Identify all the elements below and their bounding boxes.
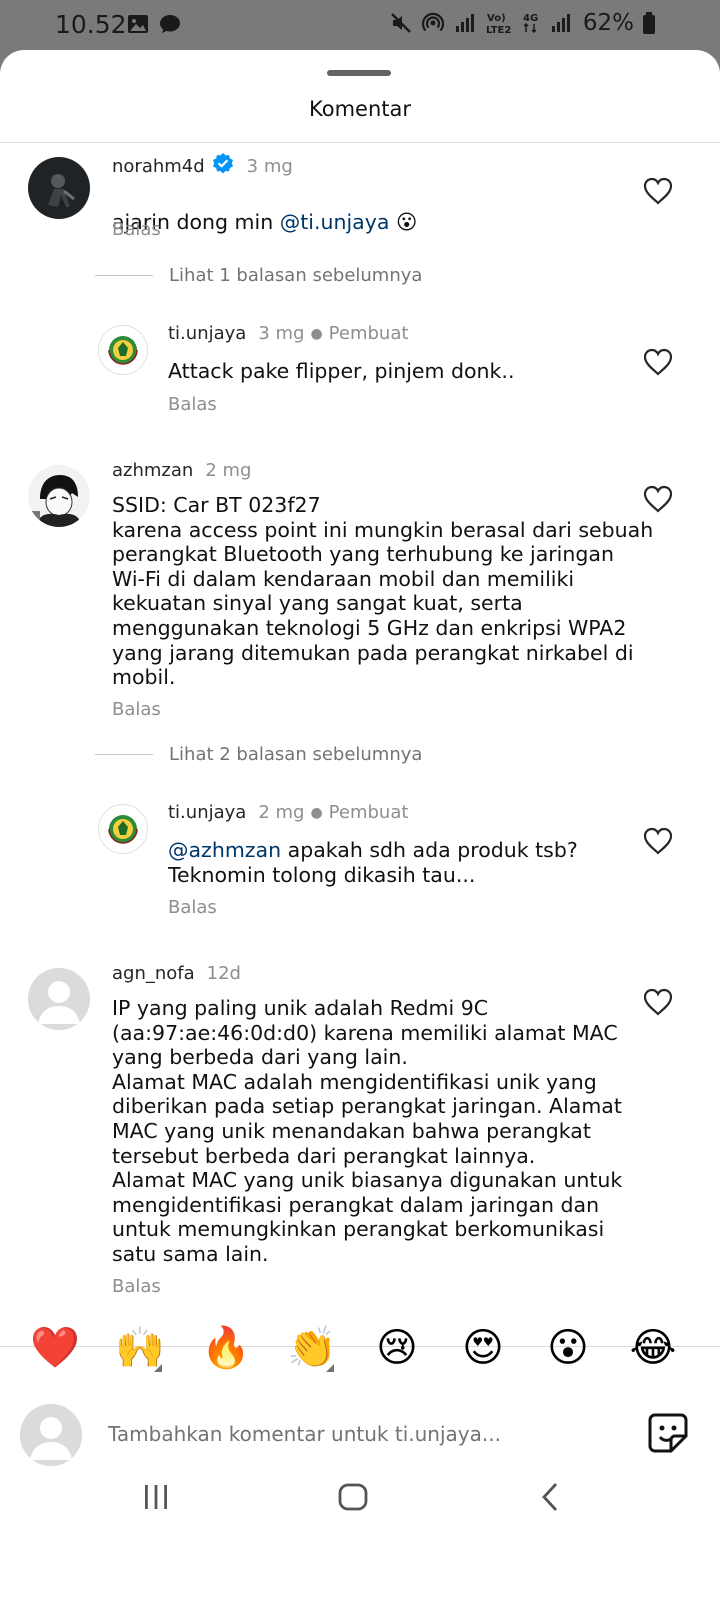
- mute-icon: [391, 13, 411, 33]
- dot-separator: ●: [310, 804, 323, 821]
- skin-tone-indicator: [326, 1364, 334, 1372]
- home-icon[interactable]: [337, 1480, 369, 1514]
- emoji-crying-button[interactable]: 😢: [367, 1318, 427, 1378]
- svg-text:Vo): Vo): [487, 13, 506, 24]
- emoji: 😮: [395, 209, 418, 234]
- avatar[interactable]: [28, 465, 90, 527]
- system-nav-bar: [0, 1462, 720, 1550]
- dot-separator: ●: [310, 325, 323, 342]
- author-label: Pembuat: [328, 802, 409, 823]
- view-replies-label: Lihat 2 balasan sebelumnya: [169, 744, 423, 765]
- emoji-quick-bar: ❤️ 🙌 🔥 👏 😢 😍 😮 😂: [0, 1318, 720, 1382]
- emoji-heart-button[interactable]: ❤️: [25, 1318, 85, 1378]
- divider-line: [95, 754, 153, 755]
- comment-text: IP yang paling unik adalah Redmi 9C (aa:…: [112, 996, 623, 1266]
- hotspot-icon: [421, 12, 444, 32]
- comment-input[interactable]: Tambahkan komentar untuk ti.unjaya...: [108, 1422, 501, 1446]
- svg-text:4G: 4G: [523, 13, 538, 24]
- battery-percent: 62%: [582, 10, 634, 36]
- status-time: 10.52: [55, 10, 127, 39]
- recent-apps-icon[interactable]: [141, 1480, 171, 1514]
- sheet-title: Komentar: [309, 97, 411, 121]
- image-icon: [128, 15, 148, 33]
- view-previous-replies-button[interactable]: Lihat 1 balasan sebelumnya: [95, 265, 422, 286]
- volte-icon: Vo)LTE2: [486, 13, 511, 36]
- emoji-clapping-button[interactable]: 👏: [282, 1318, 342, 1378]
- signal-icon: [455, 14, 474, 32]
- comment-time: 3 mg: [246, 156, 293, 177]
- verified-badge-icon: [211, 152, 235, 181]
- comment-text: SSID: Car BT 023f27 karena access point …: [112, 493, 654, 690]
- avatar[interactable]: [98, 804, 148, 854]
- like-heart-icon[interactable]: [643, 827, 673, 855]
- sticker-icon[interactable]: [647, 1412, 689, 1454]
- reply-button[interactable]: Balas: [168, 897, 217, 918]
- comment-time: 3 mg: [258, 323, 305, 344]
- author-label: Pembuat: [328, 323, 409, 344]
- comments-sheet: Komentar norahm4d 3 mg ajarin dong min @…: [0, 50, 720, 1600]
- divider-line: [95, 275, 153, 276]
- emoji-glyph: 😂: [629, 1325, 677, 1371]
- avatar[interactable]: [28, 157, 90, 219]
- view-previous-replies-button[interactable]: Lihat 2 balasan sebelumnya: [95, 744, 422, 765]
- emoji-laughing-button[interactable]: 😂: [623, 1318, 683, 1378]
- comment-text: Attack pake flipper, pinjem donk..: [168, 359, 515, 383]
- chat-bubble-icon: [160, 15, 180, 33]
- emoji-raising-hands-button[interactable]: 🙌: [110, 1318, 170, 1378]
- svg-text:LTE2: LTE2: [486, 25, 511, 36]
- emoji-glyph: 😍: [462, 1325, 504, 1371]
- 4g-icon: 4G: [523, 13, 538, 34]
- comment-time: 12d: [206, 963, 241, 984]
- header-divider: [0, 142, 720, 143]
- avatar[interactable]: [28, 968, 90, 1030]
- comment-username[interactable]: agn_nofa: [112, 963, 195, 984]
- reply-button[interactable]: Balas: [112, 219, 161, 240]
- battery-icon: [643, 12, 655, 34]
- mention-link[interactable]: @azhmzan: [168, 838, 281, 862]
- signal-icon: [551, 14, 570, 32]
- emoji-surprised-button[interactable]: 😮: [538, 1318, 598, 1378]
- comment-time: 2 mg: [205, 460, 252, 481]
- emoji-fire-button[interactable]: 🔥: [196, 1318, 256, 1378]
- reply-button[interactable]: Balas: [112, 1276, 161, 1297]
- like-heart-icon[interactable]: [643, 177, 673, 205]
- emoji-heart-eyes-button[interactable]: 😍: [453, 1318, 513, 1378]
- avatar[interactable]: [98, 325, 148, 375]
- like-heart-icon[interactable]: [643, 988, 673, 1016]
- back-icon[interactable]: [537, 1480, 563, 1514]
- mention-link[interactable]: @ti.unjaya: [280, 210, 390, 234]
- drag-handle[interactable]: [327, 70, 391, 76]
- emoji-glyph: 🔥: [201, 1325, 251, 1371]
- reply-button[interactable]: Balas: [112, 699, 161, 720]
- skin-tone-indicator: [154, 1364, 162, 1372]
- like-heart-icon[interactable]: [643, 348, 673, 376]
- comment-username[interactable]: ti.unjaya: [168, 802, 246, 823]
- comment-username[interactable]: norahm4d: [112, 156, 205, 177]
- reply-button[interactable]: Balas: [168, 394, 217, 415]
- like-heart-icon[interactable]: [643, 485, 673, 513]
- view-replies-label: Lihat 1 balasan sebelumnya: [169, 265, 423, 286]
- emoji-glyph: 😮: [547, 1325, 589, 1371]
- comment-username[interactable]: ti.unjaya: [168, 323, 246, 344]
- status-bar: 10.52 Vo) LTE2 4G 62%: [0, 0, 720, 50]
- comment-time: 2 mg: [258, 802, 305, 823]
- user-avatar: [20, 1404, 82, 1466]
- comment-username[interactable]: azhmzan: [112, 460, 193, 481]
- emoji-glyph: 😢: [376, 1325, 418, 1371]
- emoji-glyph: ❤️: [30, 1325, 80, 1371]
- comment-text: @azhmzan apakah sdh ada produk tsb? Tekn…: [168, 838, 578, 887]
